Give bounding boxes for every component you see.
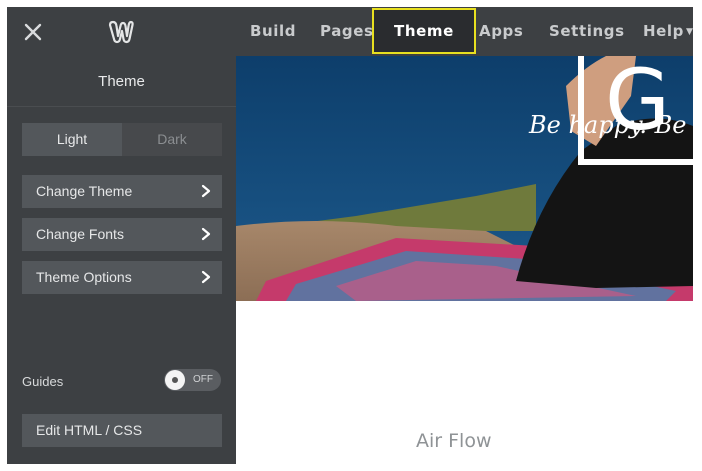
caret-down-icon: ▼ xyxy=(686,27,694,37)
close-button[interactable] xyxy=(21,20,45,44)
toggle-knob xyxy=(165,370,185,390)
close-icon xyxy=(24,23,42,41)
nav-help[interactable]: Help ▼ xyxy=(643,7,694,56)
weebly-logo-icon[interactable] xyxy=(108,19,134,45)
guides-label: Guides xyxy=(22,374,64,389)
nav-pages[interactable]: Pages xyxy=(320,7,374,56)
change-theme-label: Change Theme xyxy=(36,183,133,199)
theme-sidebar: Theme Light Dark Change Theme Change Fon… xyxy=(7,56,236,464)
hero-overlay: G Be happy. Be hea xyxy=(236,56,693,301)
chevron-right-icon xyxy=(199,184,213,198)
theme-options-label: Theme Options xyxy=(36,269,132,285)
light-dark-toggle: Light Dark xyxy=(22,123,222,156)
sidebar-title: Theme xyxy=(7,56,236,107)
top-toolbar: Build Pages Theme Apps Settings Help ▼ xyxy=(7,7,693,56)
change-fonts-label: Change Fonts xyxy=(36,226,124,242)
nav-help-label: Help xyxy=(643,22,685,40)
site-name: Air Flow xyxy=(416,430,492,452)
light-option[interactable]: Light xyxy=(22,123,122,156)
guides-state: OFF xyxy=(193,374,213,385)
change-fonts-button[interactable]: Change Fonts xyxy=(22,218,222,251)
chevron-right-icon xyxy=(199,270,213,284)
theme-options-button[interactable]: Theme Options xyxy=(22,261,222,294)
edit-html-css-button[interactable]: Edit HTML / CSS xyxy=(22,414,222,447)
nav-build[interactable]: Build xyxy=(250,7,296,56)
dark-option[interactable]: Dark xyxy=(122,123,222,156)
hero-headline: Be happy. Be hea xyxy=(529,111,693,139)
chevron-right-icon xyxy=(199,227,213,241)
nav-settings[interactable]: Settings xyxy=(549,7,625,56)
guides-toggle[interactable]: OFF xyxy=(164,369,221,391)
nav-theme[interactable]: Theme xyxy=(372,8,476,54)
nav-apps[interactable]: Apps xyxy=(479,7,523,56)
change-theme-button[interactable]: Change Theme xyxy=(22,175,222,208)
